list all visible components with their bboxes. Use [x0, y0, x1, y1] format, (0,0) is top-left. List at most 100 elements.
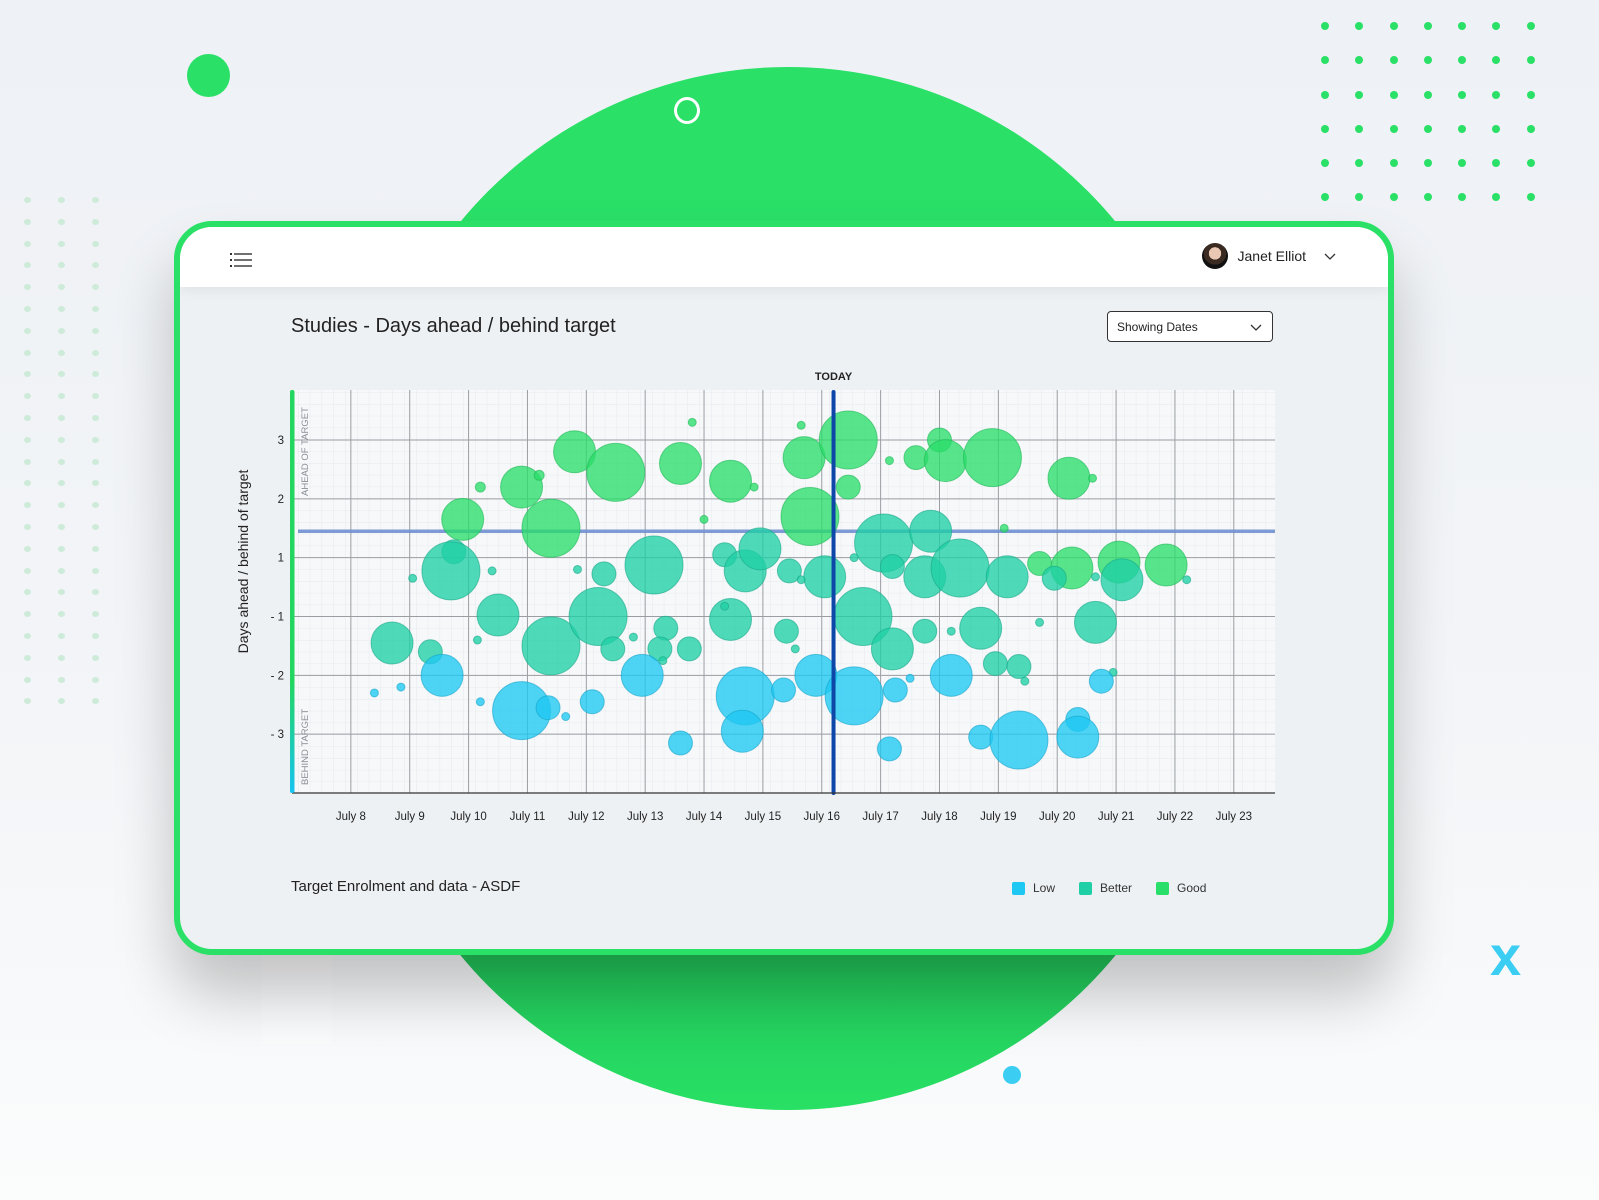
bubble-low	[475, 697, 485, 707]
decor-dot	[58, 240, 65, 247]
decor-dot	[1423, 22, 1432, 30]
decor-dot	[1458, 159, 1467, 168]
legend-swatch-good	[1156, 881, 1170, 895]
decor-dot	[92, 698, 99, 705]
decor-dot	[1423, 159, 1432, 168]
decor-dot	[1355, 159, 1364, 168]
bubble-low	[720, 709, 764, 753]
legend-item-better[interactable]: Better	[1079, 881, 1132, 895]
bubble-better	[568, 587, 628, 647]
bubble-better	[676, 636, 702, 662]
bubble-low	[420, 653, 464, 697]
decor-dot	[92, 523, 99, 530]
decor-dot	[58, 218, 65, 225]
decor-dot	[1526, 124, 1535, 133]
decor-dot	[58, 545, 65, 552]
region-label-ahead: AHEAD OF TARGET	[300, 407, 311, 496]
decor-dot	[58, 567, 65, 574]
x-tick-label: July 17	[862, 811, 898, 823]
decor-dot	[92, 654, 99, 661]
decor-dot	[1389, 193, 1398, 202]
legend: Low Better Good	[1012, 881, 1206, 895]
decor-dot	[24, 567, 31, 574]
bubble-better	[1182, 575, 1192, 585]
bubble-good	[923, 439, 967, 483]
bubble-good	[474, 481, 486, 493]
decor-dot	[92, 458, 99, 465]
bubble-low	[1088, 668, 1114, 694]
dashboard-card: Janet Elliot Studies - Days ahead / behi…	[174, 221, 1394, 955]
bubble-good	[780, 486, 840, 546]
decor-dot	[24, 305, 31, 312]
today-label: TODAY	[815, 371, 853, 383]
x-tick-label: July 14	[686, 811, 723, 823]
decor-dot	[1321, 22, 1329, 30]
decor-dot	[58, 458, 65, 465]
decor-dot	[1458, 193, 1467, 202]
decor-dot	[92, 393, 99, 400]
bubble-low	[667, 730, 693, 756]
decor-dot	[58, 611, 65, 618]
bubble-better	[1090, 572, 1100, 582]
bubble-low	[905, 673, 915, 683]
bubble-low	[968, 724, 994, 750]
decor-dot	[92, 305, 99, 312]
bubble-good	[687, 417, 697, 427]
x-tick-label: July 13	[627, 811, 663, 823]
bubble-good	[533, 469, 545, 481]
decor-dot	[1389, 124, 1398, 133]
dot-pattern-right	[1321, 22, 1561, 228]
decor-dot	[24, 502, 31, 509]
chart-footer-title: Target Enrolment and data - ASDF	[291, 878, 521, 895]
bubble-better	[1041, 565, 1067, 591]
decor-dot	[1321, 193, 1329, 202]
decor-dot	[24, 327, 31, 334]
decor-dot	[24, 698, 31, 705]
bubble-low	[620, 653, 664, 697]
bubble-better	[421, 541, 481, 601]
bubble-low	[579, 689, 605, 715]
decor-dot	[92, 480, 99, 487]
bubble-good	[699, 514, 709, 524]
decor-dot	[1355, 124, 1364, 133]
legend-item-low[interactable]: Low	[1012, 881, 1055, 895]
decor-dot	[58, 305, 65, 312]
bubble-good	[782, 436, 826, 480]
decor-dot	[24, 676, 31, 683]
decor-dot	[58, 676, 65, 683]
decor-dot	[1355, 56, 1364, 65]
decor-dot	[1458, 124, 1467, 133]
bubble-good	[749, 482, 759, 492]
decor-dot	[1492, 159, 1501, 168]
bubble-better	[624, 535, 684, 595]
decor-dot	[92, 589, 99, 596]
decor-dot	[1526, 193, 1535, 202]
bubble-low	[929, 653, 973, 697]
decor-dot	[92, 632, 99, 639]
decor-dot	[58, 502, 65, 509]
decor-dot	[92, 545, 99, 552]
decor-dot	[1389, 90, 1398, 99]
decor-dot	[92, 414, 99, 421]
decor-dot	[1526, 56, 1535, 65]
bubble-better	[982, 651, 1008, 677]
legend-item-good[interactable]: Good	[1156, 881, 1206, 895]
y-tick-label: - 2	[271, 670, 284, 682]
decor-dot	[1423, 56, 1432, 65]
bubble-low	[369, 688, 379, 698]
bubble-better	[985, 555, 1029, 599]
decor-dot	[92, 349, 99, 356]
bubble-low	[396, 682, 406, 692]
x-tick-label: July 12	[568, 811, 604, 823]
decorative-panel	[262, 952, 332, 1044]
decor-dot	[24, 218, 31, 225]
bubble-better	[959, 606, 1003, 650]
decor-dot	[1389, 159, 1398, 168]
x-tick-label: July 15	[745, 811, 781, 823]
decor-dot	[1423, 90, 1432, 99]
decor-dot	[24, 523, 31, 530]
decor-dot	[1492, 22, 1501, 30]
bubble-better	[472, 635, 482, 645]
y-tick-label: 3	[278, 435, 284, 447]
decor-dot	[92, 262, 99, 269]
